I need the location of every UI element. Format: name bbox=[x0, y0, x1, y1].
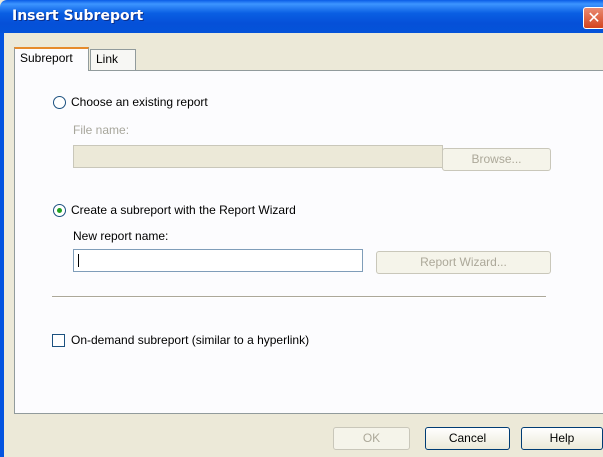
create-wizard-label[interactable]: Create a subreport with the Report Wizar… bbox=[71, 203, 296, 217]
create-wizard-radio[interactable] bbox=[53, 204, 66, 217]
file-name-label: File name: bbox=[73, 123, 130, 137]
file-name-input[interactable] bbox=[73, 145, 443, 168]
help-button[interactable]: Help bbox=[521, 427, 603, 450]
ok-button[interactable]: OK bbox=[333, 427, 410, 450]
close-icon[interactable]: ✕ bbox=[583, 7, 603, 29]
browse-button[interactable]: Browse... bbox=[442, 148, 551, 171]
text-caret bbox=[78, 254, 79, 267]
new-report-name-label: New report name: bbox=[73, 229, 169, 243]
on-demand-checkbox[interactable] bbox=[52, 334, 65, 347]
radio-selected-dot bbox=[57, 208, 62, 213]
section-divider bbox=[52, 296, 546, 298]
window-frame-left bbox=[0, 33, 4, 457]
insert-subreport-dialog: Insert Subreport ✕ Link Subreport Choose… bbox=[0, 0, 603, 457]
tab-panel-subreport: Choose an existing report File name: Bro… bbox=[14, 70, 603, 414]
on-demand-label[interactable]: On-demand subreport (similar to a hyperl… bbox=[71, 333, 309, 347]
title-bar[interactable]: Insert Subreport bbox=[0, 0, 603, 33]
tab-subreport[interactable]: Subreport bbox=[14, 47, 89, 71]
choose-existing-radio[interactable] bbox=[53, 96, 66, 109]
new-report-name-input[interactable] bbox=[73, 249, 363, 272]
dialog-title: Insert Subreport bbox=[12, 8, 144, 24]
choose-existing-label[interactable]: Choose an existing report bbox=[71, 95, 208, 109]
cancel-button[interactable]: Cancel bbox=[425, 427, 510, 450]
tab-link[interactable]: Link bbox=[90, 49, 136, 70]
report-wizard-button[interactable]: Report Wizard... bbox=[376, 251, 551, 274]
